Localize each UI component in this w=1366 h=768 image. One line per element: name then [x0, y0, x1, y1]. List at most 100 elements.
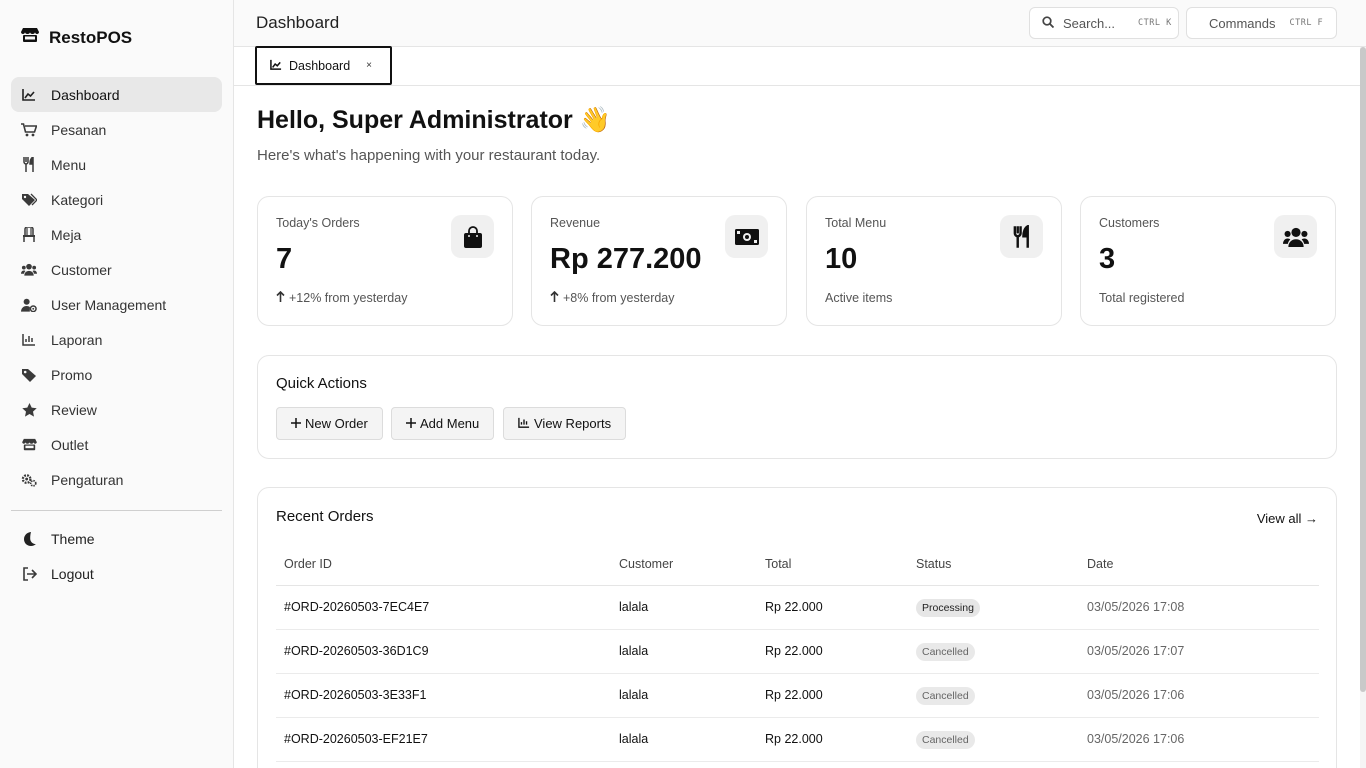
stat-footnote-text: +8% from yesterday [563, 291, 675, 305]
add-menu-button[interactable]: Add Menu [391, 407, 495, 440]
stat-label: Customers [1099, 216, 1160, 230]
cart-icon [21, 122, 37, 138]
tab-label: Dashboard [289, 58, 351, 73]
plus-icon [291, 416, 301, 431]
order-id: #ORD-20260503-7EC4E7 [284, 600, 430, 614]
column-header-total[interactable]: Total [765, 557, 791, 571]
tab-dashboard[interactable]: Dashboard × [255, 46, 392, 85]
sidebar-item-dashboard[interactable]: Dashboard [11, 77, 222, 112]
search-placeholder: Search... [1063, 15, 1116, 31]
sidebar-nav: Dashboard Pesanan Menu Kategori Meja Cus… [11, 77, 222, 497]
sidebar-item-pengaturan[interactable]: Pengaturan [11, 462, 222, 497]
order-customer: lalala [619, 644, 649, 658]
status-badge: Cancelled [916, 731, 975, 749]
sidebar-item-label: Kategori [51, 191, 104, 208]
stat-card-menu: Total Menu 10 Active items [806, 196, 1062, 326]
stat-value: Rp 277.200 [550, 243, 702, 275]
sidebar-item-label: Promo [51, 366, 93, 383]
column-header-order-id[interactable]: Order ID [284, 557, 332, 571]
scrollbar[interactable] [1360, 47, 1366, 768]
stat-footnote-text: Total registered [1099, 291, 1185, 305]
tab-bar: Dashboard × [234, 46, 1360, 86]
commands-label: Commands [1209, 15, 1276, 31]
table-row[interactable]: #ORD-20260503-3E33F1 lalala Rp 22.000 Ca… [276, 674, 1319, 718]
chart-icon [270, 59, 282, 73]
stat-footnote-text: Active items [825, 291, 893, 305]
greeting-heading: Hello, Super Administrator 👋 [257, 106, 611, 134]
table-row[interactable]: #ORD-20260503-36D1C9 lalala Rp 22.000 Ca… [276, 630, 1319, 674]
sidebar-item-label: Laporan [51, 331, 103, 348]
chart-icon [518, 416, 530, 431]
tab-close-icon[interactable]: × [366, 60, 372, 71]
sidebar-item-label: Customer [51, 261, 112, 278]
order-total: Rp 22.000 [765, 600, 823, 614]
search-shortcut: CTRL K [1138, 18, 1172, 28]
sidebar-item-customer[interactable]: Customer [11, 252, 222, 287]
new-order-button[interactable]: New Order [276, 407, 383, 440]
sidebar-item-meja[interactable]: Meja [11, 217, 222, 252]
sidebar-item-laporan[interactable]: Laporan [11, 322, 222, 357]
order-id: #ORD-20260503-3E33F1 [284, 688, 427, 702]
theme-toggle[interactable]: Theme [11, 521, 222, 556]
commands-button[interactable]: Commands CTRL F [1186, 7, 1337, 39]
order-total: Rp 22.000 [765, 688, 823, 702]
user-gear-icon [21, 297, 37, 313]
column-header-customer[interactable]: Customer [619, 557, 673, 571]
sidebar-item-review[interactable]: Review [11, 392, 222, 427]
order-customer: lalala [619, 600, 649, 614]
sidebar-item-kategori[interactable]: Kategori [11, 182, 222, 217]
star-icon [21, 402, 37, 418]
stat-card-orders: Today's Orders 7 +12% from yesterday [257, 196, 513, 326]
stat-footnote: +12% from yesterday [276, 290, 408, 305]
order-total: Rp 22.000 [765, 732, 823, 746]
stat-value: 3 [1099, 243, 1116, 275]
logout-button[interactable]: Logout [11, 556, 222, 591]
table-row[interactable]: #ORD-20260503-7EC4E7 lalala Rp 22.000 Pr… [276, 586, 1319, 630]
sidebar-item-pesanan[interactable]: Pesanan [11, 112, 222, 147]
sidebar-item-outlet[interactable]: Outlet [11, 427, 222, 462]
moon-icon [21, 531, 37, 547]
arrow-up-icon [276, 290, 285, 305]
table-row[interactable]: #ORD-20260503-EF21E7 lalala Rp 22.000 Ca… [276, 718, 1319, 762]
sidebar-item-label: Outlet [51, 436, 89, 453]
sidebar-item-label: Pengaturan [51, 471, 124, 488]
scrollbar-thumb[interactable] [1360, 47, 1366, 692]
stat-card-revenue: Revenue Rp 277.200 +8% from yesterday [531, 196, 787, 326]
sidebar-item-menu[interactable]: Menu [11, 147, 222, 182]
sidebar-item-promo[interactable]: Promo [11, 357, 222, 392]
sidebar-divider [11, 510, 222, 511]
quick-actions-card: Quick Actions New Order Add Menu View Re… [257, 355, 1337, 459]
stat-value: 10 [825, 243, 858, 275]
sidebar-item-label: Logout [51, 565, 94, 582]
order-id: #ORD-20260503-EF21E7 [284, 732, 428, 746]
brand-name: RestoPOS [49, 27, 133, 47]
stat-footnote-text: +12% from yesterday [289, 291, 408, 305]
arrow-up-icon [550, 290, 559, 305]
utensils-icon [1000, 215, 1043, 258]
sidebar-item-label: Meja [51, 226, 82, 243]
view-reports-button[interactable]: View Reports [503, 407, 627, 440]
tags-icon [21, 192, 37, 208]
order-customer: lalala [619, 688, 649, 702]
shopping-bag-icon [451, 215, 494, 258]
stat-label: Total Menu [825, 216, 887, 230]
sidebar-item-user-management[interactable]: User Management [11, 287, 222, 322]
sidebar-item-label: Menu [51, 156, 87, 173]
status-badge: Cancelled [916, 643, 975, 661]
commands-shortcut: CTRL F [1289, 18, 1324, 28]
recent-orders-card: Recent Orders View all → Order ID Custom… [257, 487, 1337, 768]
column-header-date[interactable]: Date [1087, 557, 1113, 571]
button-label: View Reports [534, 416, 612, 431]
column-header-status[interactable]: Status [916, 557, 951, 571]
money-bill-icon [725, 215, 768, 258]
brand[interactable]: RestoPOS [21, 27, 132, 48]
chart-icon [21, 87, 37, 103]
order-date: 03/05/2026 17:06 [1087, 688, 1185, 702]
chart-icon [21, 332, 37, 348]
status-badge: Processing [916, 599, 980, 617]
order-date: 03/05/2026 17:08 [1087, 600, 1185, 614]
view-all-link[interactable]: View all → [1257, 511, 1318, 526]
button-label: Add Menu [420, 416, 480, 431]
utensils-icon [21, 157, 37, 173]
search-input[interactable]: Search... CTRL K [1029, 7, 1179, 39]
